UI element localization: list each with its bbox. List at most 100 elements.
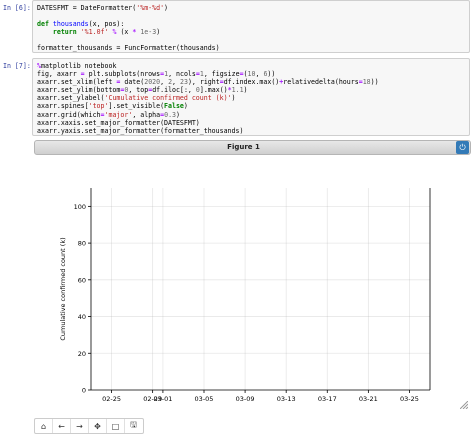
back-arrow-icon[interactable]: ← [53,419,71,433]
resize-handle-icon[interactable] [460,401,468,409]
code-token: axarr.grid(which [37,110,101,119]
code-token: axarr.set_xlim(left [37,78,117,87]
code-token: 23 [180,78,188,87]
code-token: return [52,28,77,37]
forward-arrow-icon[interactable]: → [71,419,89,433]
y-tick-label: 40 [78,313,86,321]
code-line: def thousands(x, pos): [37,20,465,28]
code-token: 1.1 [231,86,244,95]
code-token: ) [164,4,169,12]
figure-title: Figure 1 [227,143,260,151]
code-token: )) [267,70,276,79]
x-tick-label: 03-25 [400,395,419,403]
code-token: matplotlib notebook [40,62,117,70]
power-icon[interactable]: ⏻ [456,141,469,154]
code-line: formatter_thousands = FuncFormatter(thou… [37,44,465,52]
figure-toolbar: ⌂ ← → ✥ □ 🖫 [34,418,144,434]
code-token: DATESFMT = DateFormatter( [37,4,137,12]
code-token: ) [183,102,188,111]
code-token: 18 [362,78,371,87]
code-token: , [160,78,169,87]
y-tick-label: 20 [78,350,86,358]
code-line: DATESFMT = DateFormatter('%m-%d') [37,4,465,12]
code-token: )) [370,78,379,87]
x-tick-label: 03-09 [236,395,255,403]
y-tick-label: 80 [78,240,86,248]
code-line: axarr.set_xlim(left = date(2020, 2, 23),… [37,78,465,86]
x-tick-label: 03-21 [359,395,378,403]
code-token: ) [231,94,236,103]
code-token: '%m-%d' [136,4,165,12]
code-token: thousands [52,20,89,29]
figure-header: Figure 1 ⏻ [34,140,471,155]
code-token: axarr.set_ylabel( [37,94,105,103]
code-line: axarr.set_ylim(bottom=0, top=df.iloc[:, … [37,86,465,94]
code-token: axarr.xaxis.set_major_formatter(DATESFMT… [37,118,200,127]
code-token: '%1.0f' [80,28,109,37]
code-token: 'Cumulative confirmed count (k)' [104,94,232,103]
code-token: ].max() [199,86,228,95]
code-token: 0.3 [164,110,177,119]
home-icon[interactable]: ⌂ [35,419,53,433]
code-line: axarr.grid(which='major', alpha=0.3) [37,111,465,119]
code-line: axarr.set_ylabel('Cumulative confirmed c… [37,94,465,102]
code-token: , ncols [168,70,196,79]
code-token: axarr.set_ylim(bottom [37,86,121,95]
code-token: (x [116,28,133,37]
code-line: axarr.yaxis.set_major_formatter(formatte… [37,127,465,135]
y-tick-label: 100 [74,203,86,211]
save-download-icon[interactable]: 🖫 [125,419,142,433]
code-token: formatter_thousands = FuncFormatter(thou… [37,44,220,53]
code-line: axarr.xaxis.set_major_formatter(DATESFMT… [37,119,465,127]
code-token: (x, pos): [88,20,125,29]
chart-svg: 02040608010002-25 02-2903-01 03-05 03-09 03-… [59,188,431,403]
code-token: , alpha [132,110,161,119]
code-line: fig, axarr = plt.subplots(nrows=1, ncols… [37,70,465,78]
x-tick-label: 03-05 [195,395,214,403]
code-token: ) [243,86,248,95]
code-token: fig, axarr [37,70,81,79]
code-line: axarr.spines['top'].set_visible(False) [37,102,465,110]
code-token: 1e-3 [140,28,157,37]
code-token: ), right [187,78,220,87]
zoom-rect-icon[interactable]: □ [107,419,125,433]
code-token: df.index.max() [223,78,280,87]
code-token: plt.subplots(nrows [84,70,161,79]
code-token: ) [176,110,180,119]
code-text[interactable]: %matplotlib notebook fig, axarr = plt.sub… [37,62,465,135]
figure-canvas[interactable]: 0 20 40 60 80 100 02-25 02-29 03-01 03-05 03-09 03-… [34,156,471,412]
code-token: axarr.yaxis.set_major_formatter(formatte… [37,126,244,135]
y-tick-label: 0 [82,387,86,395]
code-text[interactable]: DATESFMT = DateFormatter('%m-%d') def tho… [37,4,465,53]
code-token: df.iloc[:, [152,86,196,95]
x-tick-label: 03-13 [277,395,296,403]
code-token: ) [156,28,161,37]
code-token: , top [128,86,149,95]
y-axis-label: Cumulative confirmed count (k) [59,237,67,340]
code-editor[interactable]: %matplotlib notebook fig, axarr = plt.sub… [32,58,470,136]
code-token: ].set_visible( [108,102,165,111]
cell-prompt: In [7]: [3,62,31,70]
y-tick-label: 60 [78,276,86,284]
code-token: 'top' [88,102,109,111]
code-editor[interactable]: DATESFMT = DateFormatter('%m-%d') def tho… [32,0,470,53]
pan-move-icon[interactable]: ✥ [89,419,107,433]
code-token: 2020 [144,78,161,87]
code-line: return '%1.0f' % (x * 1e-3) [37,28,465,36]
code-token: def [37,20,49,29]
cell-prompt: In [6]: [3,4,31,12]
code-token: , [172,78,180,87]
x-tick-label: 02-25 [102,395,121,403]
x-tick-label: 03-01 [153,395,172,403]
code-token: relativedelta(hours [283,78,359,87]
code-token: axarr.spines[ [37,102,89,111]
code-token: date( [120,78,145,87]
code-line: %matplotlib notebook [37,62,465,70]
code-token: 'major' [104,110,133,119]
code-token: False [164,102,184,111]
x-tick-label: 03-17 [318,395,337,403]
code-token: , figsize [203,70,240,79]
